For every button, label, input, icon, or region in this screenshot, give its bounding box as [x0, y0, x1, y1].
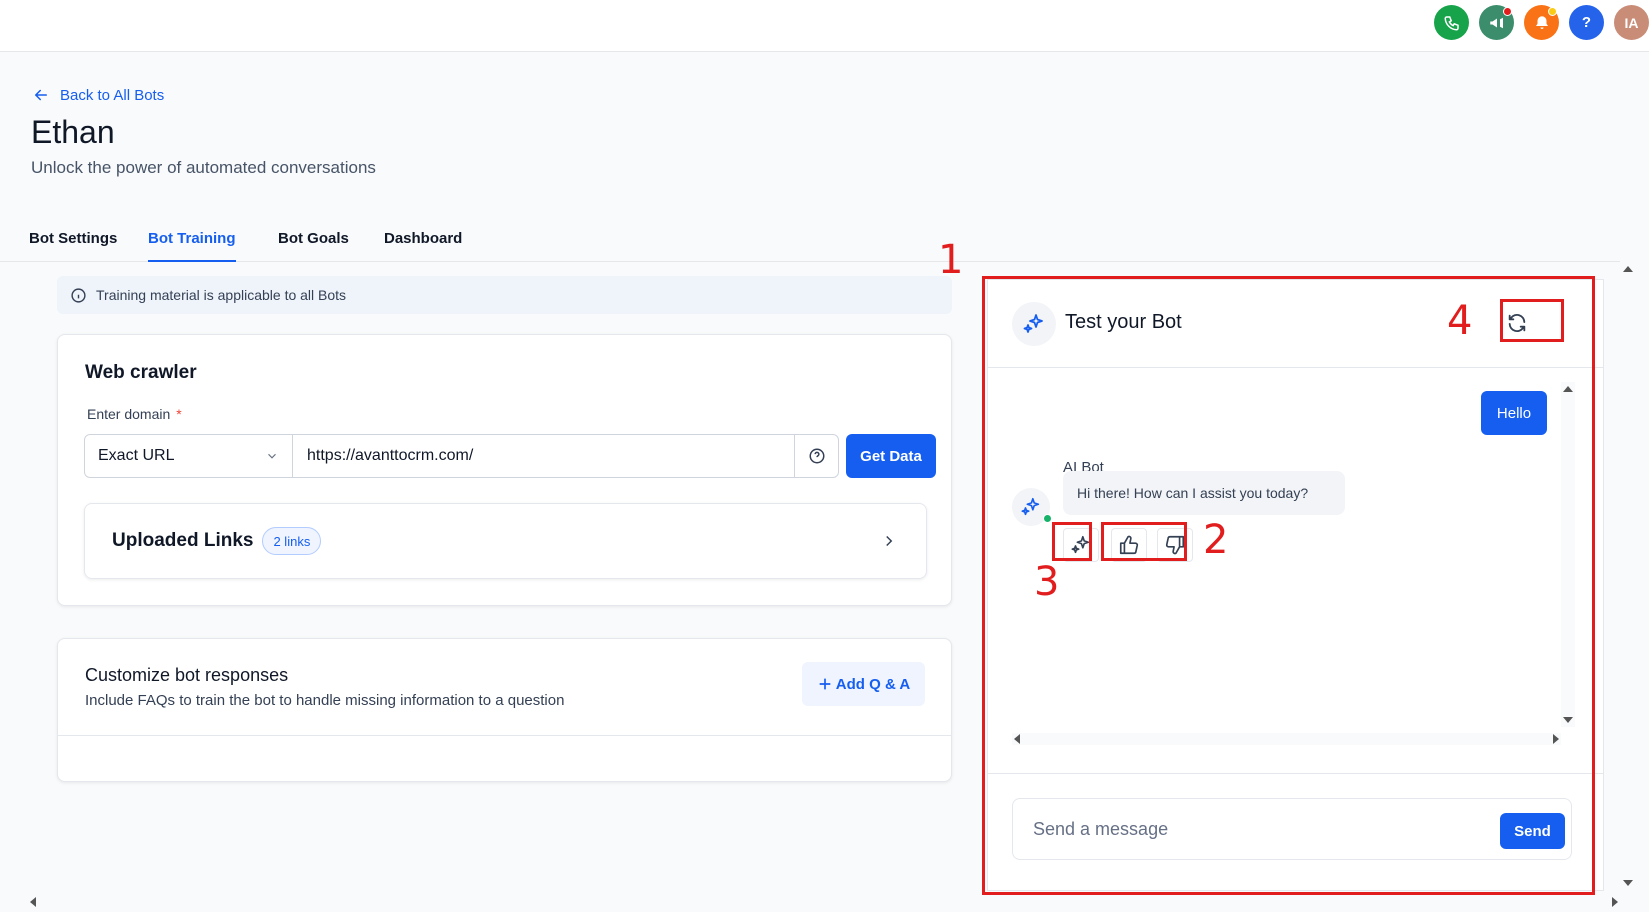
tab-bot-settings[interactable]: Bot Settings [29, 230, 117, 247]
notification-dot [1503, 7, 1512, 16]
top-icons: ? IA [1434, 5, 1649, 40]
annotation-box-panel [982, 276, 1595, 895]
page-vertical-scrollbar[interactable] [1621, 262, 1635, 890]
customize-description: Include FAQs to train the bot to handle … [85, 692, 565, 709]
help-circle-icon[interactable] [794, 435, 838, 477]
annotation-box-sparkle [1052, 522, 1092, 561]
required-mark: * [176, 406, 182, 422]
annotation-number-3: 3 [1034, 559, 1060, 605]
divider [58, 735, 951, 736]
annotation-number-2: 2 [1203, 517, 1229, 563]
info-banner-text: Training material is applicable to all B… [96, 287, 347, 303]
back-link[interactable]: Back to All Bots [32, 86, 164, 104]
arrow-left-icon [35, 89, 47, 101]
chevron-down-icon [268, 453, 276, 459]
page-horizontal-scrollbar[interactable] [28, 896, 1620, 908]
page-title: Ethan [31, 114, 115, 150]
match-type-select[interactable]: Exact URL [85, 435, 293, 477]
web-crawler-title: Web crawler [85, 362, 197, 383]
scroll-up-arrow[interactable] [1623, 266, 1633, 272]
avatar-initials: IA [1624, 14, 1639, 31]
scroll-left-arrow[interactable] [30, 897, 36, 907]
uploaded-links-title: Uploaded Links [112, 530, 254, 551]
annotation-box-feedback [1101, 522, 1187, 561]
get-data-button[interactable]: Get Data [846, 434, 936, 478]
add-qa-label: Add Q & A [835, 675, 911, 693]
annotation-number-1: 1 [938, 237, 964, 283]
links-count-badge: 2 links [262, 527, 322, 555]
chevron-right-icon [886, 535, 893, 547]
tab-bot-training[interactable]: Bot Training [148, 230, 236, 262]
help-glyph: ? [1581, 14, 1592, 31]
notification-dot [1548, 7, 1557, 16]
top-bar: ? IA [0, 0, 1649, 52]
tab-dashboard[interactable]: Dashboard [384, 230, 462, 247]
help-icon[interactable]: ? [1569, 5, 1604, 40]
uploaded-links-row[interactable]: Uploaded Links 2 links [84, 503, 927, 579]
scroll-right-arrow[interactable] [1612, 897, 1618, 907]
annotation-box-refresh [1500, 299, 1564, 342]
back-link-label: Back to All Bots [60, 86, 165, 104]
tab-bot-goals[interactable]: Bot Goals [278, 230, 349, 247]
web-crawler-card: Web crawler Enter domain * Exact URL Get … [57, 334, 952, 606]
tab-bar: Bot Settings Bot Training Bot Goals Dash… [0, 214, 1620, 262]
domain-label: Enter domain * [87, 406, 182, 422]
domain-label-text: Enter domain [87, 406, 171, 422]
domain-url-input[interactable] [293, 435, 794, 477]
domain-input-group: Exact URL [84, 434, 839, 478]
avatar[interactable]: IA [1614, 5, 1649, 40]
customize-title: Customize bot responses [85, 665, 289, 685]
scroll-down-arrow[interactable] [1623, 880, 1633, 886]
bell-icon[interactable] [1524, 5, 1559, 40]
customize-responses-card: Customize bot responses Include FAQs to … [57, 638, 952, 782]
plus-icon [819, 678, 831, 690]
phone-icon[interactable] [1434, 5, 1469, 40]
info-banner: Training material is applicable to all B… [57, 276, 952, 314]
megaphone-icon[interactable] [1479, 5, 1514, 40]
page-subtitle: Unlock the power of automated conversati… [31, 158, 376, 177]
info-icon [71, 287, 86, 303]
match-type-value: Exact URL [98, 447, 175, 464]
add-qa-button[interactable]: Add Q & A [802, 662, 925, 706]
annotation-number-4: 4 [1447, 298, 1473, 344]
